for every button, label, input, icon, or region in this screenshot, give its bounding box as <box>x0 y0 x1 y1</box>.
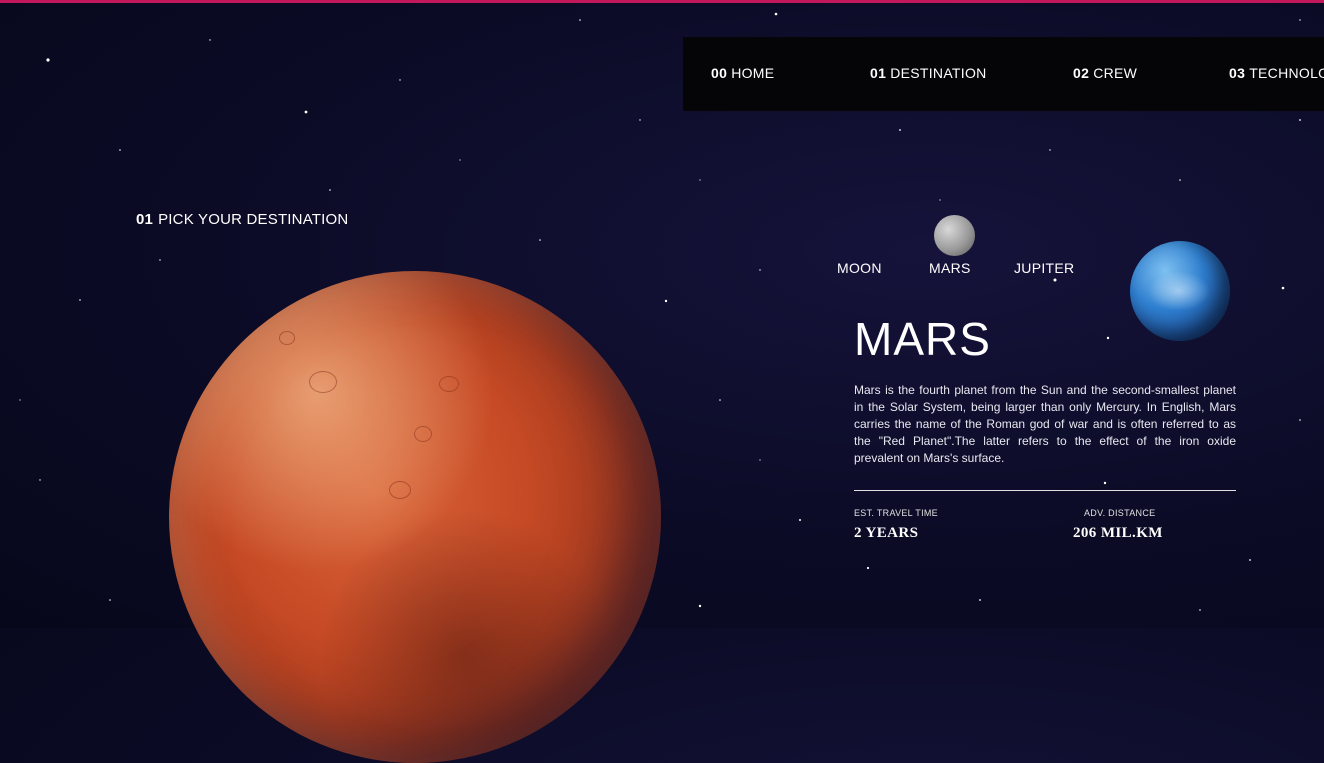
nav-item-label: TECHNOLOGY <box>1249 65 1324 81</box>
page-heading-number: 01 <box>136 211 154 228</box>
nav-item-label: CREW <box>1093 65 1138 81</box>
main-nav: 00HOME 01DESTINATION 02CREW 03TECHNOLOGY <box>683 37 1324 111</box>
nav-item-destination[interactable]: 01 DESTINATION <box>870 65 987 81</box>
distance-value: 206 MIL.KM <box>1073 525 1163 541</box>
crater <box>279 331 295 345</box>
crater <box>389 481 411 499</box>
page-heading-label: PICK YOUR DESTINATION <box>158 211 349 228</box>
nav-item-label: HOME <box>731 65 775 81</box>
mars-planet-image <box>169 271 661 763</box>
nav-item-crew[interactable]: 02 CREW <box>1073 65 1137 81</box>
nav-item-number: 01 <box>870 65 887 81</box>
nav-item-home[interactable]: 00 HOME <box>711 65 774 81</box>
crater <box>309 371 337 393</box>
nav-item-label: DESTINATION <box>890 65 987 81</box>
tab-mars[interactable]: MARS <box>929 260 971 276</box>
distance-label: ADV. DISTANCE <box>1084 508 1156 518</box>
nav-item-number: 02 <box>1073 65 1090 81</box>
nav-item-technology[interactable]: 03TECHNOLOGY <box>1229 65 1324 81</box>
destination-description: Mars is the fourth planet from the Sun a… <box>854 383 1236 465</box>
nav-item-number: 00 <box>711 65 728 81</box>
destination-name: MARS <box>854 313 991 365</box>
nav-item-number: 03 <box>1229 65 1246 81</box>
travel-time-value: 2 YEARS <box>854 525 919 541</box>
page-heading: 01 PICK YOUR DESTINATION <box>136 211 348 228</box>
travel-time-label: EST. TRAVEL TIME <box>854 508 938 518</box>
crater <box>439 376 459 392</box>
divider <box>854 490 1236 491</box>
moon-thumbnail[interactable] <box>934 215 975 256</box>
crater <box>414 426 432 442</box>
tab-moon[interactable]: MOON <box>837 260 882 276</box>
earth-thumbnail[interactable] <box>1130 241 1230 341</box>
tab-jupiter[interactable]: JUPITER <box>1014 260 1074 276</box>
